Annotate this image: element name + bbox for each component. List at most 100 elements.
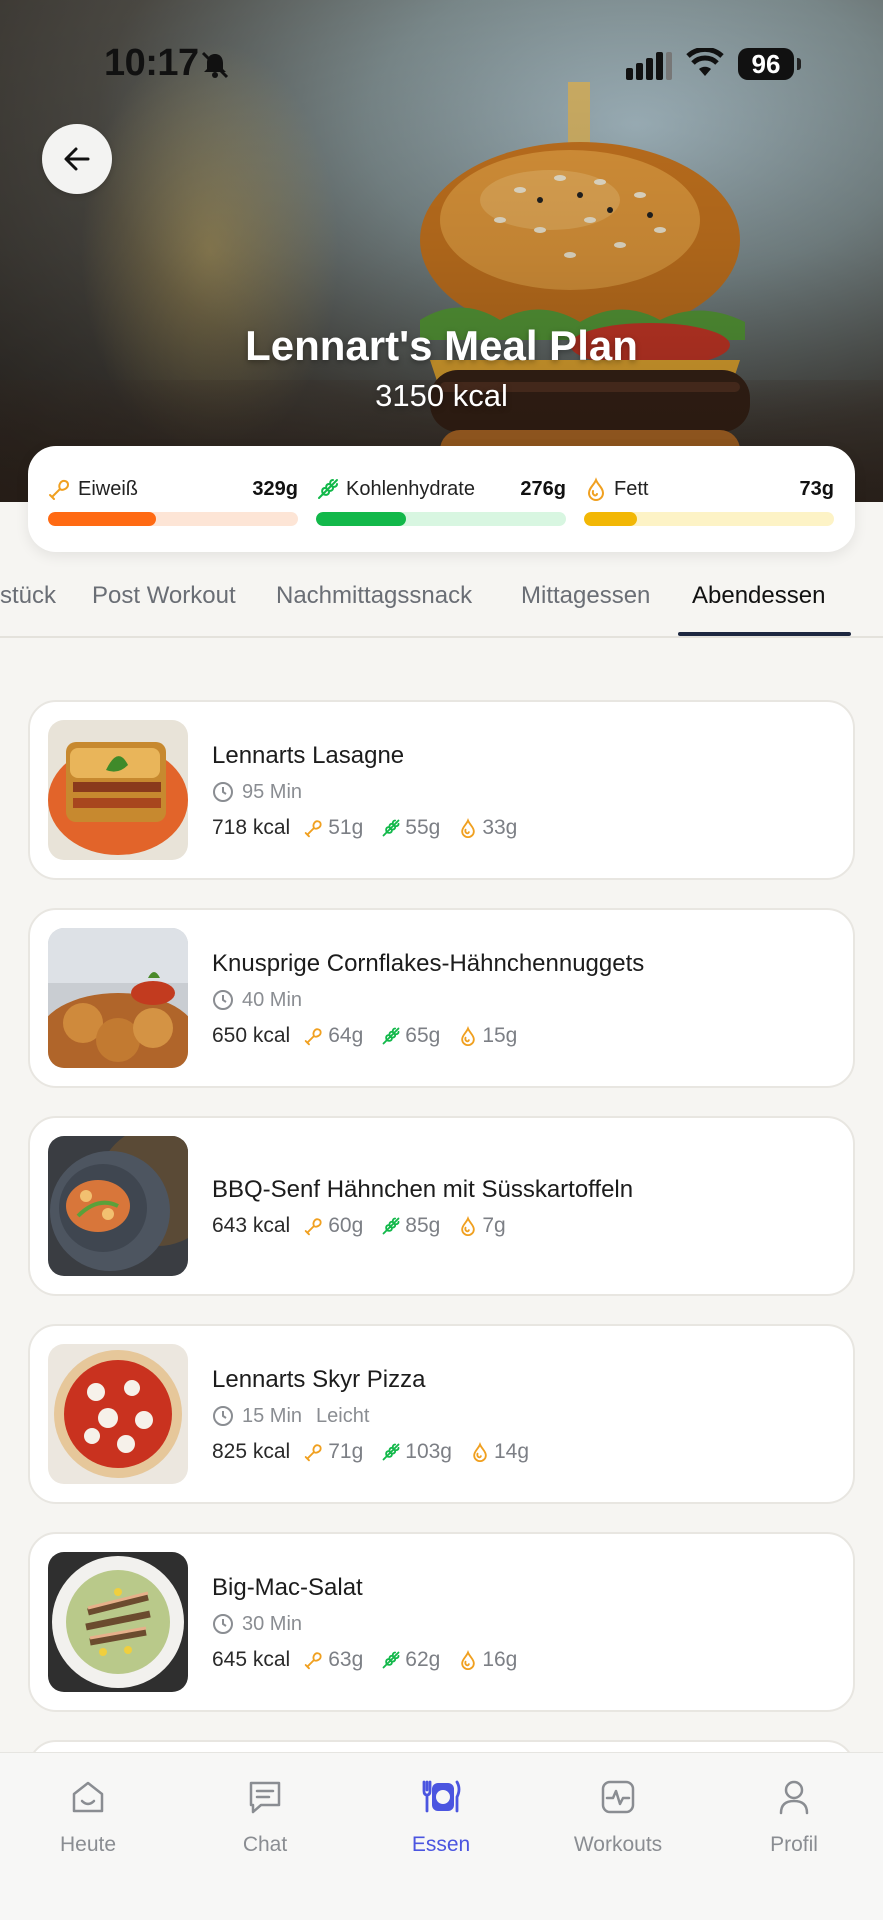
meal-protein: 60g <box>328 1214 364 1237</box>
meal-thumbnail <box>48 1552 188 1692</box>
nav-heute[interactable]: Heute <box>18 1773 158 1857</box>
meal-carbs: 55g <box>405 816 441 839</box>
meal-card[interactable]: Knusprige Cornflakes-Hähnchennuggets 40 … <box>28 908 855 1088</box>
meal-meta: 30 Min <box>212 1610 833 1638</box>
meal-carbs: 103g <box>405 1440 452 1463</box>
meal-meta: 95 Min <box>212 778 833 806</box>
carbs-icon <box>382 1217 400 1235</box>
status-bar: 10:17 96 <box>0 0 883 130</box>
nav-workouts[interactable]: Workouts <box>548 1773 688 1857</box>
fat-icon <box>461 1650 476 1670</box>
meal-card[interactable]: Big-Mac-Salat 30 Min 645 kcal 63g 62g 16… <box>28 1532 855 1712</box>
macro-label: Eiweiß <box>78 477 139 500</box>
fat-icon <box>461 1216 476 1236</box>
profile-icon <box>779 1780 809 1815</box>
meal-kcal: 650 kcal <box>212 1024 291 1047</box>
meal-nutrition: 825 kcal 71g 103g 14g <box>212 1438 833 1466</box>
macro-protein: Eiweiß 329g <box>48 474 298 526</box>
protein-icon <box>304 1444 322 1462</box>
meal-fat: 7g <box>482 1214 506 1237</box>
meal-thumbnail <box>48 928 188 1068</box>
active-tab-indicator <box>678 632 851 636</box>
macro-progress-bar <box>48 512 298 526</box>
macro-label: Fett <box>614 477 649 500</box>
meal-meta: 15 Min Leicht <box>212 1402 833 1430</box>
nav-label: Essen <box>411 1833 471 1856</box>
macro-progress-bar <box>316 512 566 526</box>
meal-duration: 40 Min <box>242 988 303 1011</box>
carbs-icon <box>382 1651 400 1669</box>
macro-label: Kohlenhydrate <box>346 477 475 500</box>
meal-kcal: 643 kcal <box>212 1214 291 1237</box>
meal-protein: 63g <box>328 1648 364 1671</box>
meal-carbs: 65g <box>405 1024 441 1047</box>
tab-nachmittagssnack[interactable]: Nachmittagssnack <box>276 582 472 610</box>
meal-name: Lennarts Skyr Pizza <box>212 1366 426 1393</box>
meal-name: Big-Mac-Salat <box>212 1574 363 1601</box>
nav-label: Chat <box>242 1833 288 1856</box>
macro-value: 73g <box>799 477 834 500</box>
meal-card[interactable]: Lennarts Lasagne 95 Min 718 kcal 51g 55g… <box>28 700 855 880</box>
bottom-navigation: Heute Chat Essen Workouts Profil <box>0 1752 883 1920</box>
clock-icon <box>213 1614 233 1634</box>
meal-nutrition: 643 kcal 60g 85g 7g <box>212 1212 833 1240</box>
meal-kcal: 825 kcal <box>212 1440 291 1463</box>
meal-kcal: 718 kcal <box>212 816 291 839</box>
protein-icon <box>304 1652 322 1670</box>
meal-tabs: stück Post Workout Nachmittagssnack Mitt… <box>0 572 883 638</box>
tab-abendessen[interactable]: Abendessen <box>692 582 825 610</box>
protein-icon <box>49 479 69 500</box>
nav-label: Profil <box>770 1833 818 1856</box>
back-button[interactable] <box>42 124 112 194</box>
meal-carbs: 85g <box>405 1214 441 1237</box>
meal-name: Lennarts Lasagne <box>212 742 405 769</box>
arrow-left-icon <box>64 147 90 171</box>
meal-nutrition: 718 kcal 51g 55g 33g <box>212 814 833 842</box>
nav-essen[interactable]: Essen <box>371 1773 511 1857</box>
fat-icon <box>461 818 476 838</box>
home-icon <box>72 1781 104 1813</box>
clock-icon <box>213 1406 233 1426</box>
meal-duration: 15 Min <box>242 1404 303 1427</box>
meal-duration: 30 Min <box>242 1612 303 1635</box>
clock-icon <box>213 782 233 802</box>
tab-post-workout[interactable]: Post Workout <box>92 582 236 610</box>
meal-list: Lennarts Lasagne 95 Min 718 kcal 51g 55g… <box>28 700 855 1740</box>
carbs-icon <box>318 479 338 499</box>
status-time: 10:17 <box>104 42 199 84</box>
protein-icon <box>304 820 322 838</box>
total-kcal: 3150 kcal <box>375 378 508 413</box>
carbs-icon <box>382 819 400 837</box>
page-title: Lennart's Meal Plan <box>245 322 638 369</box>
macro-value: 276g <box>520 477 566 500</box>
tab-mittagessen[interactable]: Mittagessen <box>521 582 650 610</box>
meal-meta: 40 Min <box>212 986 833 1014</box>
nav-chat[interactable]: Chat <box>195 1773 335 1857</box>
fat-icon <box>473 1442 487 1462</box>
meal-fat: 15g <box>482 1024 518 1047</box>
meal-protein: 51g <box>328 816 364 839</box>
meal-fat: 16g <box>482 1648 518 1671</box>
wifi-icon <box>686 48 724 76</box>
meal-fat: 33g <box>482 816 518 839</box>
meal-card[interactable]: BBQ-Senf Hähnchen mit Süsskartoffeln 643… <box>28 1116 855 1296</box>
macro-progress-bar <box>584 512 834 526</box>
protein-icon <box>304 1028 322 1046</box>
meal-difficulty: Leicht <box>316 1404 370 1427</box>
workouts-icon <box>601 1780 635 1814</box>
meal-carbs: 62g <box>405 1648 441 1671</box>
meal-card[interactable]: Lennarts Skyr Pizza 15 Min Leicht 825 kc… <box>28 1324 855 1504</box>
meal-name: Knusprige Cornflakes-Hähnchennuggets <box>212 950 645 977</box>
tab-fruehstueck[interactable]: stück <box>0 582 56 610</box>
meal-kcal: 645 kcal <box>212 1648 291 1671</box>
meal-protein: 71g <box>328 1440 364 1463</box>
fat-icon <box>461 1026 476 1046</box>
fat-icon <box>587 477 605 501</box>
macro-carbs: Kohlenhydrate 276g <box>316 474 566 526</box>
meal-protein: 64g <box>328 1024 364 1047</box>
battery-indicator: 96 <box>738 48 794 80</box>
signal-icon <box>626 52 672 80</box>
nav-profil[interactable]: Profil <box>724 1773 864 1857</box>
meal-nutrition: 650 kcal 64g 65g 15g <box>212 1022 833 1050</box>
macro-value: 329g <box>252 477 298 500</box>
